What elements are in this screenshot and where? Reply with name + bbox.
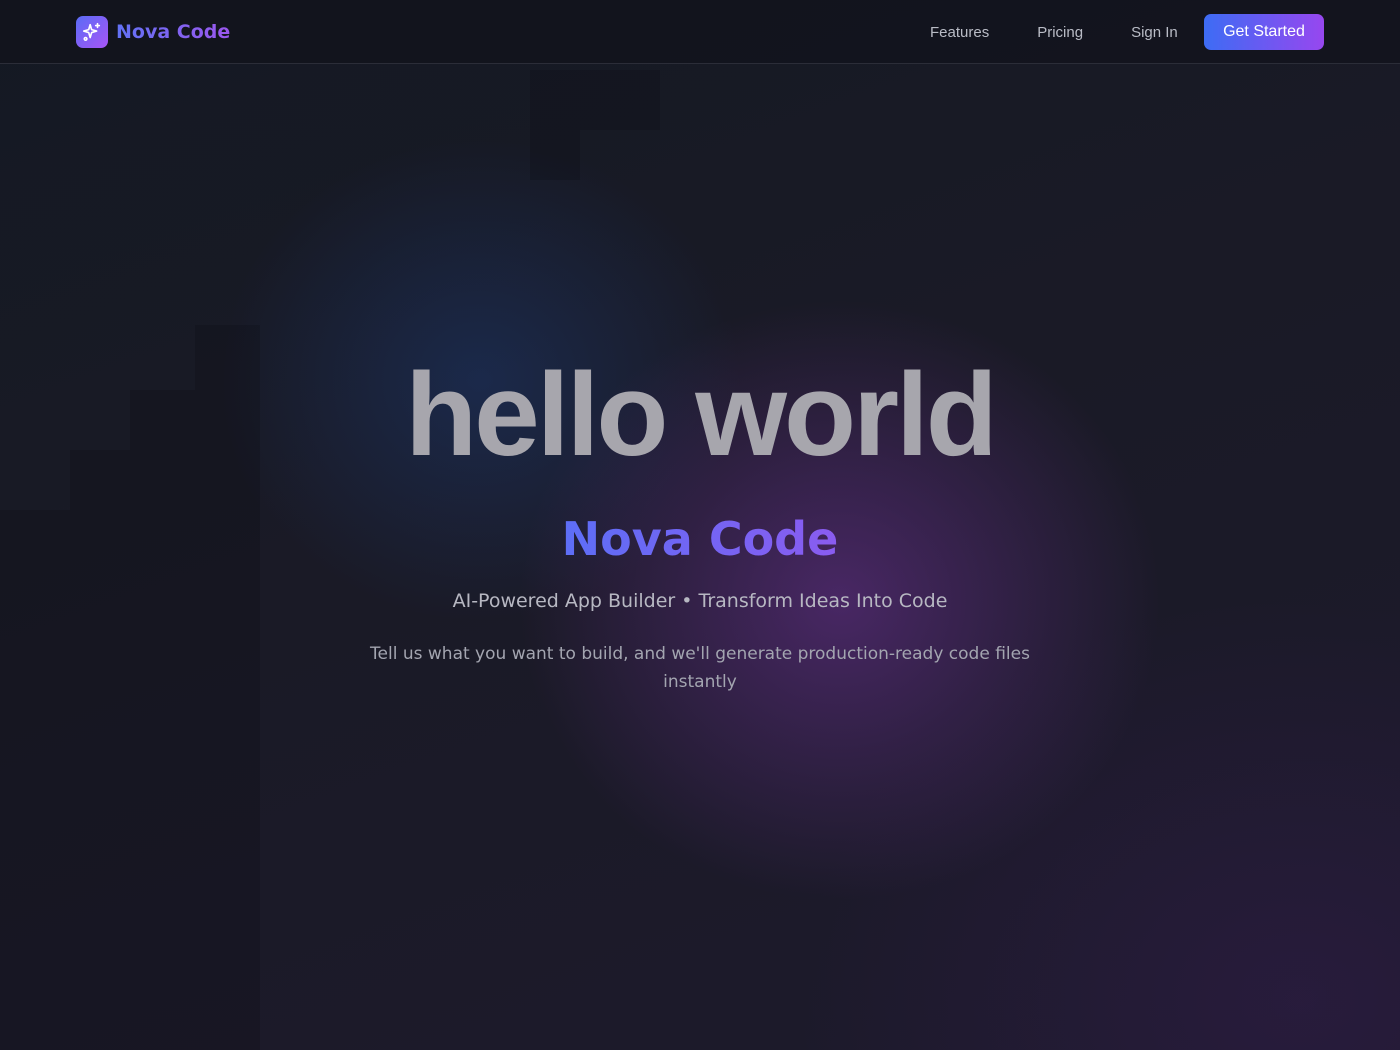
nav-links: Features Pricing Sign In (906, 0, 1202, 64)
hero-brand-text: Nova Code (561, 512, 839, 566)
hero-description: Tell us what you want to build, and we'l… (370, 644, 1030, 692)
hero-tagline: AI-Powered App Builder • Transform Ideas… (452, 590, 948, 612)
nav-link-features[interactable]: Features (906, 24, 1013, 41)
nav-link-pricing[interactable]: Pricing (1013, 24, 1107, 41)
brand-name: Nova Code (116, 21, 231, 43)
hero-brand-heading: Nova Code (0, 510, 1400, 568)
top-navbar: Nova Code Features Pricing Sign In Get S… (0, 0, 1400, 64)
get-started-button[interactable]: Get Started (1204, 14, 1324, 50)
sparkles-icon (76, 16, 108, 48)
brand[interactable]: Nova Code (76, 16, 230, 48)
nav-link-sign-in[interactable]: Sign In (1107, 24, 1202, 41)
hero-title: hello world (405, 349, 998, 481)
